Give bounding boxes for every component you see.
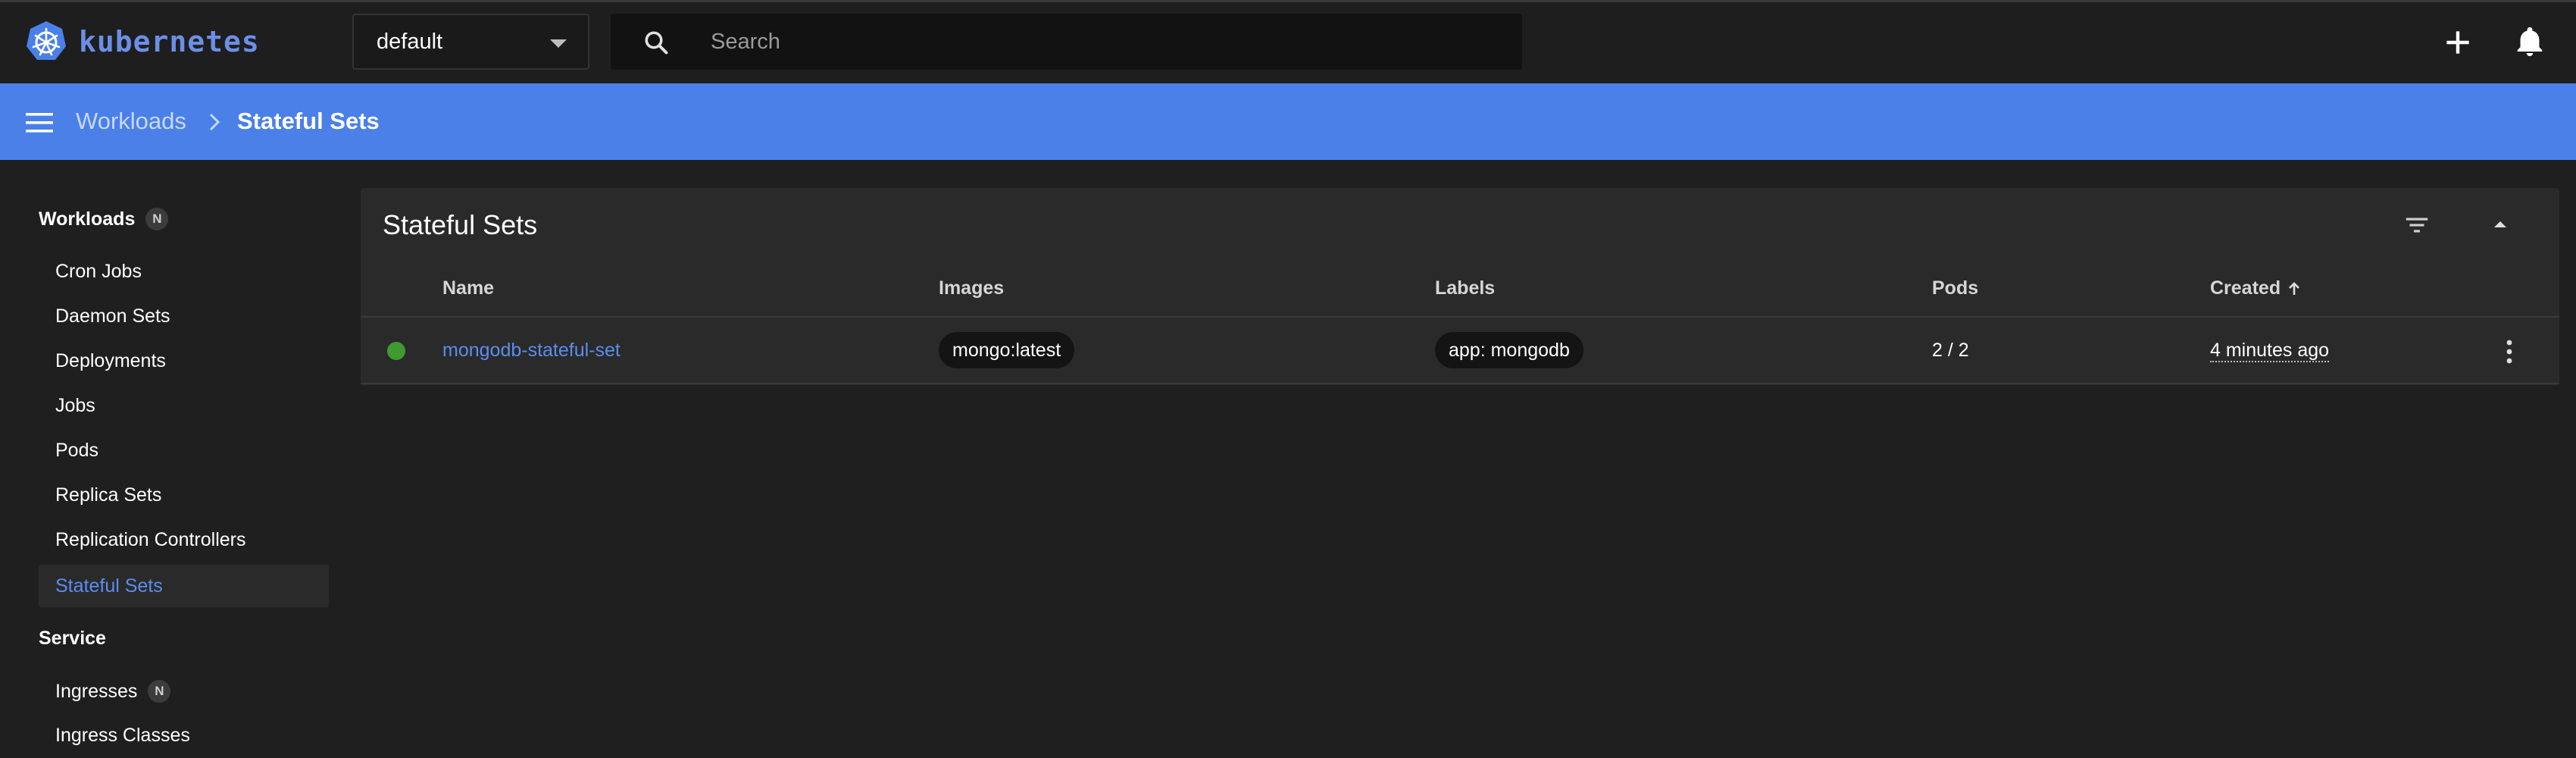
sidebar-item-pods[interactable]: Pods <box>55 440 98 462</box>
sidebar-item-jobs[interactable]: Jobs <box>55 395 95 417</box>
breadcrumb-current: Stateful Sets <box>237 108 380 134</box>
search-icon[interactable] <box>642 29 670 56</box>
column-header-label: Created <box>2210 277 2281 299</box>
image-chip: mongo:latest <box>939 332 1075 368</box>
sidebar-item-label: Replica Sets <box>55 484 162 506</box>
sidebar-item-label: Ingress Classes <box>55 725 190 746</box>
sidebar-item-label: Jobs <box>55 395 95 416</box>
more-actions-icon[interactable] <box>2500 337 2518 367</box>
namespace-value: default <box>377 29 443 54</box>
filter-icon[interactable] <box>2402 211 2432 240</box>
sidebar-item-deployments[interactable]: Deployments <box>55 350 166 372</box>
sidebar-section-service[interactable]: Service <box>39 628 106 650</box>
row-divider <box>361 383 2559 384</box>
search-bar <box>611 14 1522 70</box>
column-header-created[interactable]: Created <box>2210 277 2303 299</box>
sidebar-item-ingress-classes[interactable]: Ingress Classes <box>55 725 190 747</box>
sidebar-item-label: Deployments <box>55 350 166 371</box>
column-header-name[interactable]: Name <box>442 277 494 299</box>
status-running-indicator <box>387 342 405 360</box>
created-time: 4 minutes ago <box>2210 340 2330 362</box>
chevron-right-icon <box>209 113 220 131</box>
namespaced-badge: N <box>145 208 169 230</box>
sidebar-section-workloads[interactable]: Workloads N <box>39 208 169 230</box>
breadcrumb-bar <box>0 83 2576 160</box>
collapse-card-icon[interactable] <box>2488 212 2512 236</box>
sidebar-section-label: Workloads <box>39 208 136 230</box>
sidebar-item-label: Replication Controllers <box>55 529 246 550</box>
sidebar-item-label: Stateful Sets <box>55 575 163 597</box>
sidebar-item-label: Ingresses <box>55 680 138 702</box>
sort-ascending-icon <box>2289 281 2300 295</box>
sidebar-item-daemon-sets[interactable]: Daemon Sets <box>55 305 170 327</box>
pods-count: 2 / 2 <box>1932 340 1969 361</box>
card-title: Stateful Sets <box>383 209 538 240</box>
breadcrumb-workloads[interactable]: Workloads <box>76 108 186 135</box>
menu-icon[interactable] <box>24 111 55 135</box>
image-chip-label: mongo:latest <box>952 339 1061 361</box>
statefulset-name-link[interactable]: mongodb-stateful-set <box>442 340 621 362</box>
namespaced-badge: N <box>148 680 171 703</box>
column-header-label: Name <box>442 277 495 299</box>
sidebar-item-cron-jobs[interactable]: Cron Jobs <box>55 261 142 283</box>
column-header-pods[interactable]: Pods <box>1932 277 1978 299</box>
sidebar-item-stateful-sets[interactable]: Stateful Sets <box>39 565 329 607</box>
column-header-label: Pods <box>1932 277 1979 299</box>
sidebar-section-label: Service <box>39 628 106 649</box>
sidebar-item-label: Cron Jobs <box>55 261 142 282</box>
column-header-images[interactable]: Images <box>939 277 1004 299</box>
column-header-label: Labels <box>1435 277 1496 299</box>
sidebar-item-label: Pods <box>55 440 98 461</box>
search-input[interactable] <box>711 24 1499 59</box>
column-header-label: Images <box>939 277 1005 299</box>
create-resource-button[interactable] <box>2441 26 2474 59</box>
label-chip: app: mongodb <box>1435 332 1583 368</box>
sidebar-item-label: Daemon Sets <box>55 305 170 327</box>
header-divider <box>361 316 2559 318</box>
brand-logo[interactable]: kubernetes <box>24 20 260 64</box>
notifications-bell-icon[interactable] <box>2512 24 2547 59</box>
kubernetes-wheel-icon <box>27 21 66 60</box>
label-chip-label: app: mongodb <box>1449 339 1570 361</box>
sidebar-item-ingresses[interactable]: Ingresses N <box>55 680 171 703</box>
chevron-down-icon <box>550 39 567 48</box>
brand-name: kubernetes <box>79 25 260 58</box>
namespace-select[interactable]: default <box>352 14 589 70</box>
column-header-labels[interactable]: Labels <box>1435 277 1495 299</box>
sidebar-item-replica-sets[interactable]: Replica Sets <box>55 484 161 506</box>
sidebar-item-replication-controllers[interactable]: Replication Controllers <box>55 529 246 551</box>
